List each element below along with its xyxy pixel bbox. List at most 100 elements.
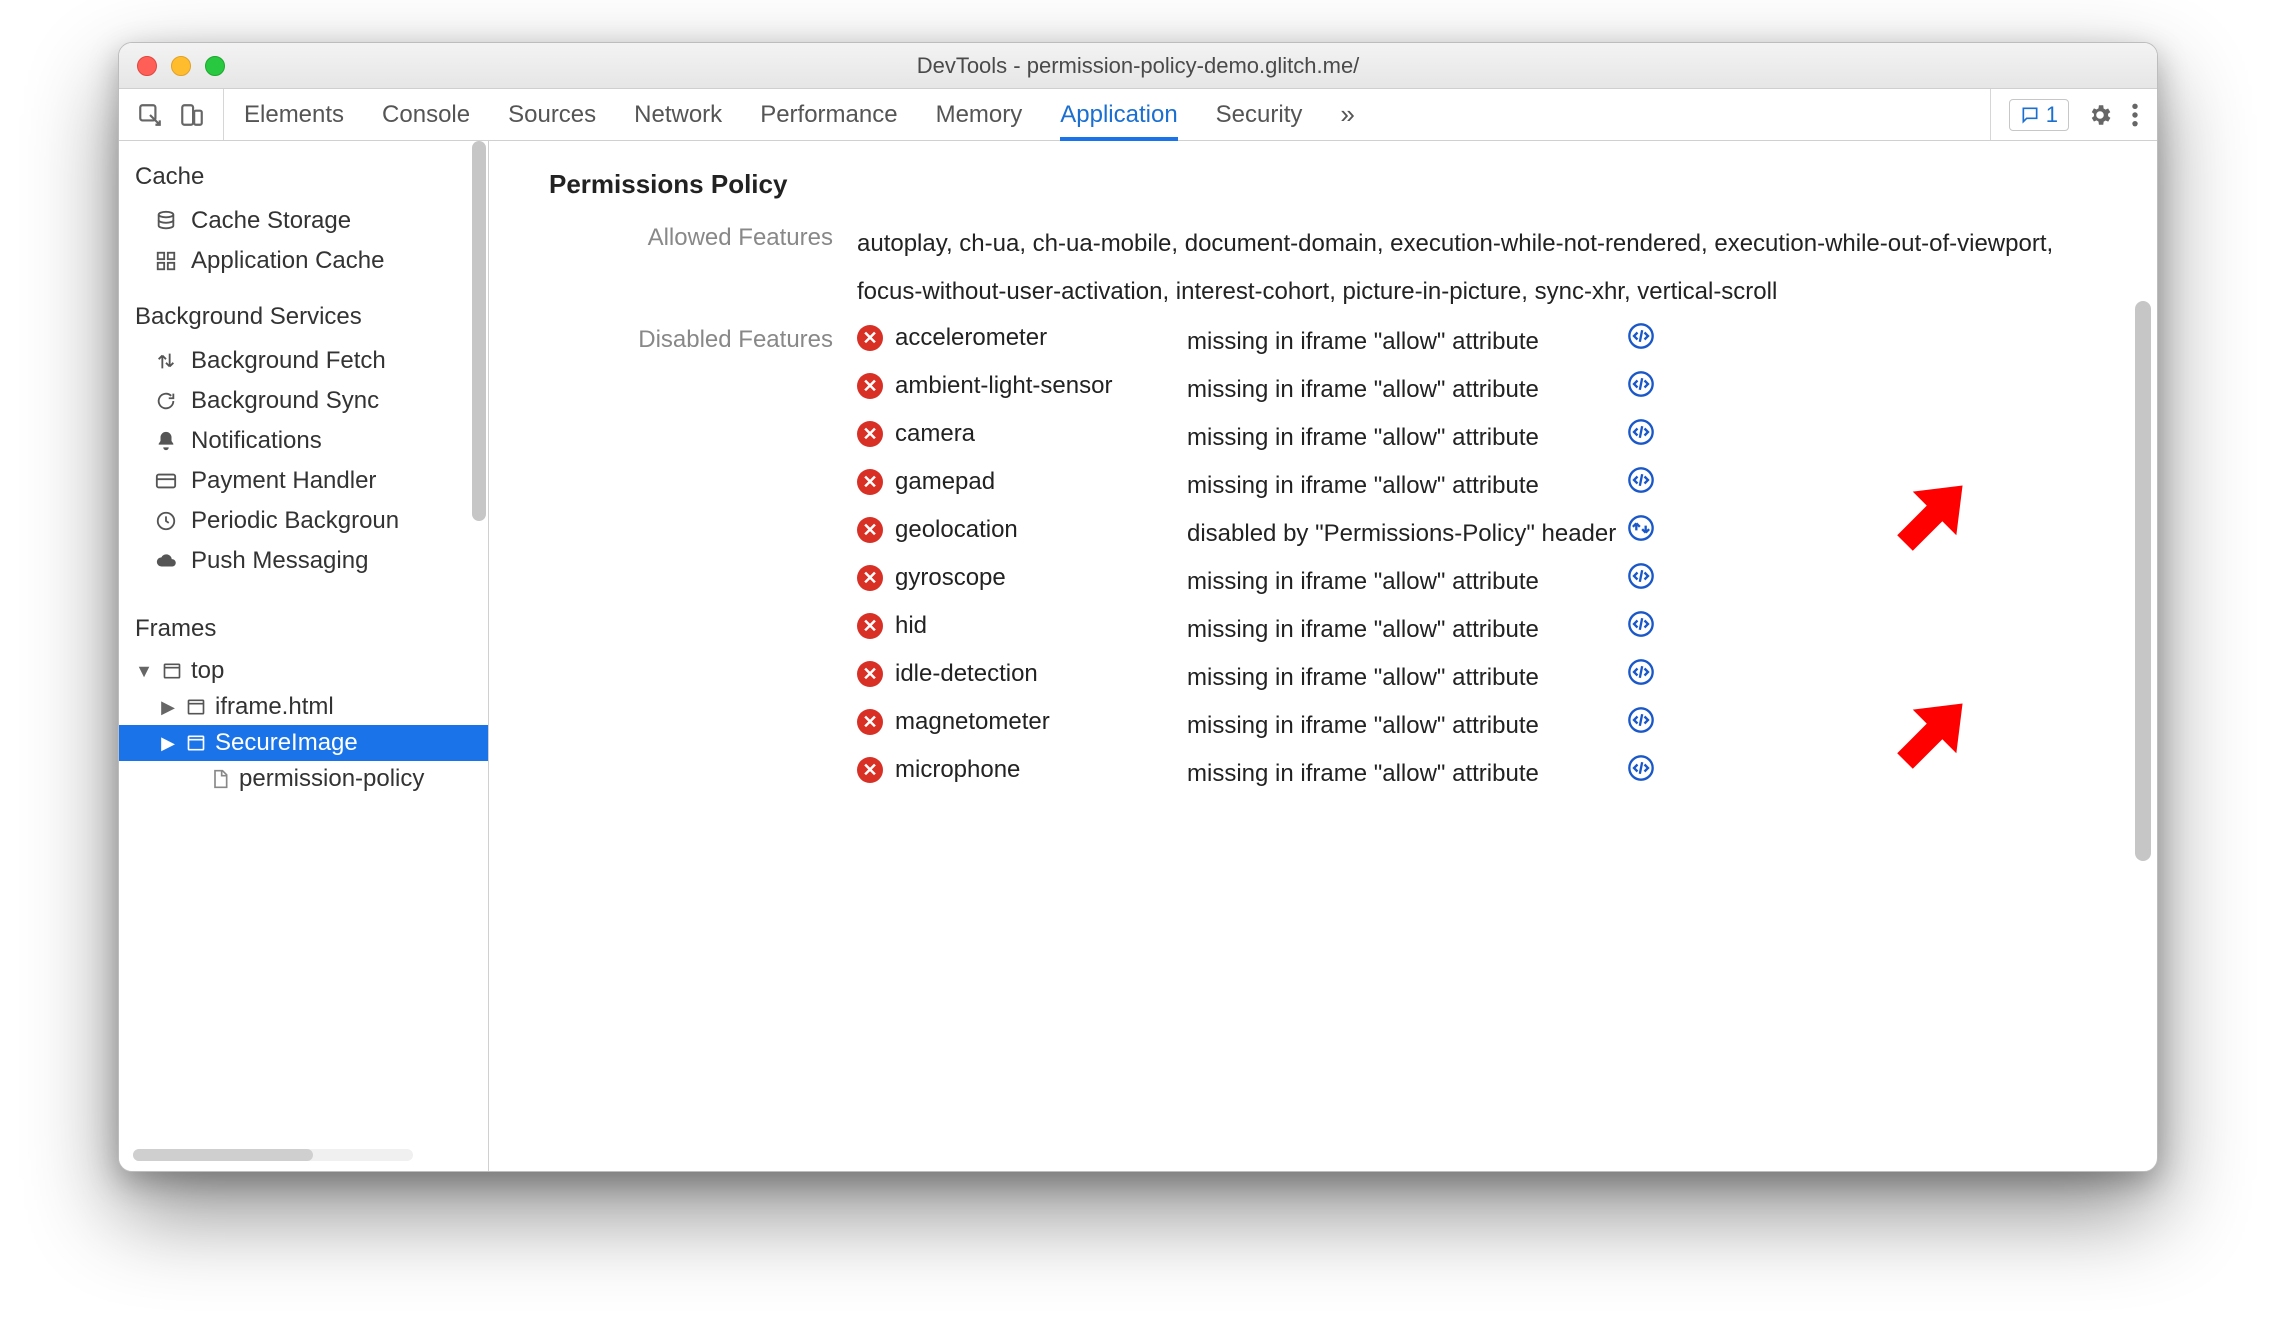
- tab-label: Sources: [508, 101, 596, 129]
- disclosure-triangle-icon[interactable]: ▼: [135, 661, 153, 682]
- reveal-in-elements-button[interactable]: [1627, 606, 1697, 642]
- chat-bubble-icon: [2020, 105, 2040, 125]
- tab-label: Memory: [936, 101, 1023, 129]
- code-link-icon[interactable]: [1627, 706, 1655, 734]
- reveal-in-elements-button[interactable]: [1627, 750, 1697, 786]
- sidebar-item-application-cache[interactable]: Application Cache: [119, 241, 488, 281]
- sidebar-item-label: Payment Handler: [191, 467, 376, 495]
- reveal-in-elements-button[interactable]: [1627, 702, 1697, 738]
- tab-label: Network: [634, 101, 722, 129]
- feature-name-text: gyroscope: [895, 564, 1006, 592]
- cloud-icon: [153, 550, 179, 572]
- disabled-feature-reason: missing in iframe "allow" attribute: [1187, 318, 1627, 366]
- inspect-element-icon[interactable]: [137, 102, 163, 128]
- code-link-icon[interactable]: [1627, 658, 1655, 686]
- disabled-feature-reason: missing in iframe "allow" attribute: [1187, 702, 1627, 750]
- sidebar-section-bg-services: Background Services: [119, 281, 488, 341]
- permissions-policy-panel: Permissions Policy Allowed Features auto…: [489, 141, 2157, 1171]
- frame-label: SecureImage: [215, 729, 358, 757]
- sidebar-item-label: Background Sync: [191, 387, 379, 415]
- tab-console[interactable]: Console: [382, 89, 470, 140]
- sidebar-item-background-fetch[interactable]: Background Fetch: [119, 341, 488, 381]
- sidebar-item-cache-storage[interactable]: Cache Storage: [119, 201, 488, 241]
- frame-row-secureimage[interactable]: ▶ SecureImage: [119, 725, 488, 761]
- kebab-menu-icon[interactable]: [2131, 102, 2139, 128]
- error-badge-icon: ✕: [857, 613, 883, 639]
- tab-network[interactable]: Network: [634, 89, 722, 140]
- tab-sources[interactable]: Sources: [508, 89, 596, 140]
- disabled-feature-name: ✕magnetometer: [857, 702, 1187, 742]
- tab-label: Elements: [244, 101, 344, 129]
- error-badge-icon: ✕: [857, 469, 883, 495]
- tab-application[interactable]: Application: [1060, 89, 1177, 140]
- updown-arrows-icon: [153, 350, 179, 372]
- document-icon: [209, 769, 231, 789]
- device-toolbar-icon[interactable]: [179, 102, 205, 128]
- frame-row-permission-policy[interactable]: ▶ permission-policy: [119, 761, 488, 797]
- reveal-in-network-button[interactable]: [1627, 510, 1697, 546]
- code-link-icon[interactable]: [1627, 370, 1655, 398]
- allowed-features-label: Allowed Features: [549, 220, 833, 316]
- code-link-icon[interactable]: [1627, 322, 1655, 350]
- network-link-icon[interactable]: [1627, 514, 1655, 542]
- code-link-icon[interactable]: [1627, 610, 1655, 638]
- reveal-in-elements-button[interactable]: [1627, 654, 1697, 690]
- frame-row-iframe-html[interactable]: ▶ iframe.html: [119, 689, 488, 725]
- sidebar-horizontal-scrollbar-thumb[interactable]: [133, 1149, 313, 1161]
- tab-label: Performance: [760, 101, 897, 129]
- frame-label: top: [191, 657, 224, 685]
- code-link-icon[interactable]: [1627, 418, 1655, 446]
- reveal-in-elements-button[interactable]: [1627, 414, 1697, 450]
- sidebar-item-payment-handler[interactable]: Payment Handler: [119, 461, 488, 501]
- frame-row-top[interactable]: ▼ top: [119, 653, 488, 689]
- tab-security[interactable]: Security: [1216, 89, 1303, 140]
- sync-icon: [153, 390, 179, 412]
- sidebar-item-notifications[interactable]: Notifications: [119, 421, 488, 461]
- code-link-icon[interactable]: [1627, 562, 1655, 590]
- sidebar-item-background-sync[interactable]: Background Sync: [119, 381, 488, 421]
- gear-icon[interactable]: [2087, 102, 2113, 128]
- tab-elements[interactable]: Elements: [244, 89, 344, 140]
- issues-badge[interactable]: 1: [2009, 99, 2069, 131]
- sidebar-item-label: Push Messaging: [191, 547, 368, 575]
- error-badge-icon: ✕: [857, 517, 883, 543]
- database-icon: [153, 210, 179, 232]
- reveal-in-elements-button[interactable]: [1627, 558, 1697, 594]
- disabled-features-list: ✕accelerometermissing in iframe "allow" …: [857, 318, 2057, 798]
- disclosure-triangle-icon[interactable]: ▶: [159, 733, 177, 754]
- sidebar-section-cache: Cache: [119, 141, 488, 201]
- tab-memory[interactable]: Memory: [936, 89, 1023, 140]
- tab-performance[interactable]: Performance: [760, 89, 897, 140]
- reveal-in-elements-button[interactable]: [1627, 318, 1697, 354]
- grid-icon: [153, 250, 179, 272]
- sidebar-item-push-messaging[interactable]: Push Messaging: [119, 541, 488, 581]
- disabled-feature-reason: missing in iframe "allow" attribute: [1187, 606, 1627, 654]
- disabled-feature-name: ✕microphone: [857, 750, 1187, 790]
- reveal-in-elements-button[interactable]: [1627, 462, 1697, 498]
- disclosure-triangle-icon[interactable]: ▶: [159, 697, 177, 718]
- issues-count: 1: [2046, 102, 2058, 128]
- frame-label: permission-policy: [239, 765, 424, 793]
- disabled-feature-reason: disabled by "Permissions-Policy" header: [1187, 510, 1627, 558]
- sidebar-vertical-scrollbar[interactable]: [472, 141, 486, 521]
- chevron-double-right-icon: »: [1340, 99, 1346, 130]
- more-tabs-button[interactable]: »: [1340, 89, 1346, 140]
- code-link-icon[interactable]: [1627, 754, 1655, 782]
- sidebar-section-frames: Frames: [119, 601, 488, 653]
- content-vertical-scrollbar[interactable]: [2135, 301, 2151, 861]
- sidebar-item-label: Background Fetch: [191, 347, 386, 375]
- feature-name-text: ambient-light-sensor: [895, 372, 1112, 400]
- feature-name-text: gamepad: [895, 468, 995, 496]
- disabled-feature-reason: missing in iframe "allow" attribute: [1187, 558, 1627, 606]
- frame-label: iframe.html: [215, 693, 334, 721]
- clock-icon: [153, 510, 179, 532]
- error-badge-icon: ✕: [857, 709, 883, 735]
- sidebar-horizontal-scrollbar-track[interactable]: [133, 1149, 413, 1161]
- credit-card-icon: [153, 470, 179, 492]
- reveal-in-elements-button[interactable]: [1627, 366, 1697, 402]
- application-sidebar: Cache Cache Storage Application Cache Ba…: [119, 141, 489, 1171]
- disabled-feature-name: ✕ gamepad: [857, 462, 1187, 502]
- code-link-icon[interactable]: [1627, 466, 1655, 494]
- sidebar-item-periodic-background[interactable]: Periodic Backgroun: [119, 501, 488, 541]
- frame-icon: [185, 733, 207, 753]
